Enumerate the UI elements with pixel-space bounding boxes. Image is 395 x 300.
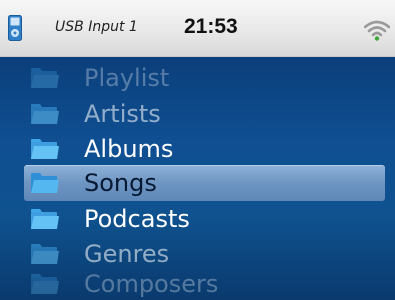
- folder-icon: [31, 244, 59, 264]
- folder-icon: [31, 209, 59, 229]
- menu-item-podcasts[interactable]: Podcasts: [24, 201, 385, 237]
- folder-icon: [31, 104, 59, 124]
- menu-item-composers[interactable]: Composers: [24, 266, 385, 300]
- menu-item-songs[interactable]: Songs: [24, 165, 385, 201]
- menu-item-playlist[interactable]: Playlist: [24, 60, 385, 96]
- folder-icon: [31, 173, 59, 193]
- menu-item-artists[interactable]: Artists: [24, 96, 385, 132]
- menu-item-label: Albums: [84, 135, 174, 163]
- clock: 21:53: [184, 15, 238, 38]
- wifi-icon: [364, 20, 390, 41]
- status-bar: USB Input 1 21:53: [0, 0, 395, 57]
- menu-item-label: Artists: [84, 100, 161, 128]
- menu-item-label: Podcasts: [84, 205, 190, 233]
- folder-icon: [31, 139, 59, 159]
- source-label: USB Input 1: [55, 19, 138, 35]
- ipod-icon: [8, 15, 22, 41]
- folder-icon: [31, 68, 59, 88]
- folder-icon: [31, 274, 59, 294]
- menu-item-label: Songs: [84, 169, 157, 197]
- menu-item-label: Playlist: [84, 64, 170, 92]
- menu-item-albums[interactable]: Albums: [24, 131, 385, 167]
- menu-list: Playlist Artists Albums Songs Podcasts G…: [0, 57, 395, 300]
- menu-item-label: Composers: [84, 270, 219, 298]
